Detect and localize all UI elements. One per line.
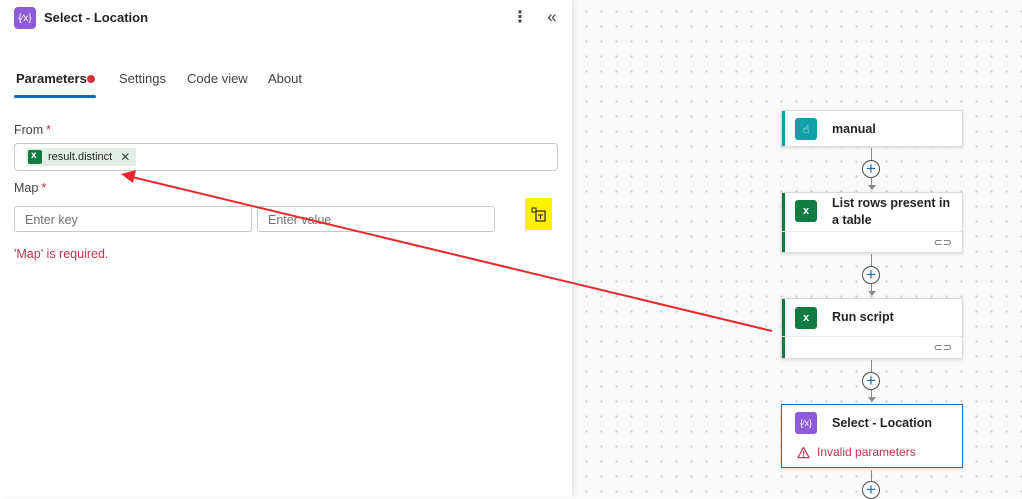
card-title: Select - Location: [832, 416, 933, 430]
required-marker: *: [46, 123, 52, 137]
data-operation-icon: {∕x}: [14, 7, 36, 29]
active-tab-indicator: [14, 95, 96, 98]
dynamic-content-token[interactable]: result.distinct ✕: [26, 148, 137, 166]
tab-about[interactable]: About: [268, 71, 302, 86]
link-icon: ⊂⊃: [933, 237, 952, 249]
data-operation-icon: {∕x}: [795, 412, 817, 434]
tab-parameters[interactable]: Parameters: [16, 71, 87, 86]
warning-icon: [797, 446, 810, 458]
flow-card-manual[interactable]: ☝ manual: [781, 110, 963, 147]
from-label-text: From: [14, 123, 44, 137]
flow-card-list-rows[interactable]: x List rows present in a table ⊂⊃: [781, 192, 963, 253]
add-step-button[interactable]: +: [862, 372, 880, 390]
map-label-text: Map: [14, 181, 39, 195]
from-field[interactable]: result.distinct ✕: [14, 143, 558, 171]
error-dot-icon: [87, 75, 95, 83]
connector-arrow: [868, 397, 876, 402]
map-key-input[interactable]: Enter key: [14, 206, 252, 232]
add-step-button[interactable]: +: [862, 266, 880, 284]
switch-to-text-mode-icon[interactable]: [525, 198, 552, 230]
card-title: Run script: [832, 310, 894, 324]
excel-icon: x: [795, 200, 817, 222]
flow-card-run-script[interactable]: x Run script ⊂⊃: [781, 298, 963, 359]
card-accent: [782, 299, 785, 358]
card-footer: [782, 231, 962, 232]
more-options-icon[interactable]: ⋮: [512, 8, 528, 26]
tab-settings[interactable]: Settings: [119, 71, 166, 86]
flow-card-select-location[interactable]: {∕x} Select - Location Invalid parameter…: [781, 404, 963, 468]
card-accent: [782, 193, 785, 252]
warning-text: Invalid parameters: [817, 445, 916, 459]
connector-arrow: [868, 291, 876, 296]
map-label: Map *: [14, 181, 46, 195]
excel-icon: [28, 150, 42, 164]
map-value-input[interactable]: Enter value: [257, 206, 495, 232]
excel-icon: x: [795, 307, 817, 329]
panel-title: Select - Location: [44, 10, 149, 25]
action-config-panel: {∕x} Select - Location ⋮ « Parameters Se…: [0, 0, 573, 497]
tab-code-view[interactable]: Code view: [187, 71, 248, 86]
card-title: manual: [832, 122, 876, 136]
link-icon: ⊂⊃: [933, 342, 952, 354]
flow-designer-canvas[interactable]: ☝ manual + x List rows present in a tabl…: [573, 0, 1022, 499]
card-accent: [782, 111, 785, 146]
connector-arrow: [868, 185, 876, 190]
remove-token-icon[interactable]: ✕: [120, 150, 130, 164]
from-label: From *: [14, 123, 51, 137]
card-warning: Invalid parameters: [797, 445, 916, 459]
trigger-icon: ☝: [795, 118, 817, 140]
collapse-panel-icon[interactable]: «: [543, 7, 561, 27]
add-step-button[interactable]: +: [862, 481, 880, 499]
add-step-button[interactable]: +: [862, 160, 880, 178]
card-title: List rows present in a table: [832, 196, 951, 227]
token-label: result.distinct: [48, 151, 113, 163]
validation-error: 'Map' is required.: [14, 247, 109, 261]
card-footer: [782, 336, 962, 337]
required-marker: *: [41, 181, 47, 195]
